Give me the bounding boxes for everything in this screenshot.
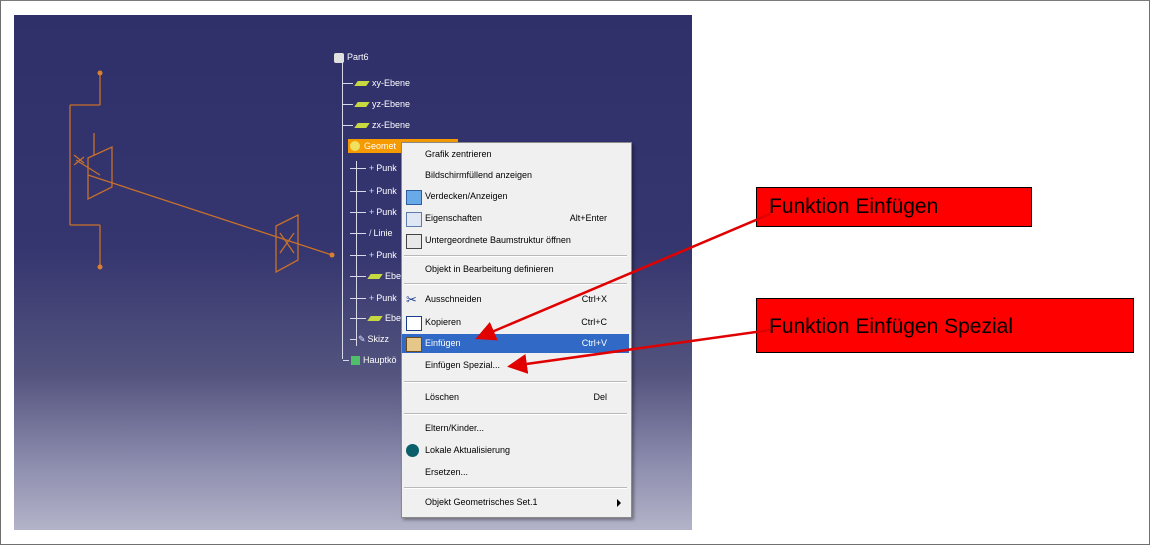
tree-child-item[interactable]: Eben	[350, 313, 406, 323]
tree-item-yz-plane[interactable]: yz-Ebene	[343, 99, 410, 109]
tree-child-item[interactable]: + Punk	[350, 250, 397, 260]
menu-separator	[404, 487, 627, 489]
submenu-arrow-icon	[617, 499, 621, 507]
properties-icon	[406, 212, 422, 227]
tree-child-item[interactable]: / Linie	[350, 228, 393, 238]
point-icon: +	[369, 207, 375, 217]
tree-item-zx-plane[interactable]: zx-Ebene	[343, 120, 410, 130]
sketch-icon: ✎	[358, 334, 366, 344]
callout-paste-special: Funktion Einfügen Spezial	[756, 298, 1134, 353]
context-menu: Grafik zentrieren Bildschirmfüllend anze…	[401, 142, 632, 518]
callout-paste: Funktion Einfügen	[756, 187, 1032, 227]
menu-separator	[404, 283, 627, 285]
menu-item-center-graph[interactable]: Grafik zentrieren	[402, 145, 629, 164]
menu-separator	[404, 255, 627, 257]
body-icon	[351, 356, 360, 366]
plane-icon	[367, 274, 383, 279]
menu-item-copy[interactable]: Kopieren Ctrl+C	[402, 313, 629, 332]
tree-child-item[interactable]: ✎ Skizz	[350, 334, 389, 345]
tree-child-item[interactable]: + Punk	[350, 186, 397, 196]
tree-item-xy-plane[interactable]: xy-Ebene	[343, 78, 410, 88]
menu-item-local-update[interactable]: Lokale Aktualisierung	[402, 441, 629, 460]
menu-item-replace[interactable]: Ersetzen...	[402, 463, 629, 482]
hide-show-icon	[406, 190, 422, 205]
menu-item-open-subtree[interactable]: Untergeordnete Baumstruktur öffnen	[402, 231, 629, 250]
menu-separator	[404, 381, 627, 383]
point-icon: +	[369, 186, 375, 196]
tree-child-item[interactable]: + Punk	[350, 163, 397, 173]
copy-icon	[406, 316, 422, 331]
catia-3d-viewport[interactable]: Part6 xy-Ebene yz-Ebene zx-Ebene Geomet …	[14, 15, 692, 530]
menu-separator	[404, 413, 627, 415]
menu-item-cut[interactable]: ✂ Ausschneiden Ctrl+X	[402, 290, 629, 309]
plane-icon	[354, 81, 370, 86]
menu-item-reframe-on[interactable]: Bildschirmfüllend anzeigen	[402, 166, 629, 185]
tree-root-node[interactable]: Part6	[334, 52, 369, 63]
plane-icon	[367, 316, 383, 321]
menu-item-define-in-work-object[interactable]: Objekt in Bearbeitung definieren	[402, 260, 629, 279]
menu-item-properties[interactable]: Eigenschaften Alt+Enter	[402, 209, 629, 228]
menu-item-delete[interactable]: Löschen Del	[402, 388, 629, 407]
menu-item-paste[interactable]: Einfügen Ctrl+V	[402, 334, 629, 353]
line-icon: /	[369, 228, 372, 238]
tree-icon	[406, 234, 422, 249]
local-update-icon	[406, 444, 419, 457]
geometric-set-icon	[350, 141, 360, 151]
scissors-icon: ✂	[406, 292, 417, 307]
menu-item-object-submenu[interactable]: Objekt Geometrisches Set.1	[402, 493, 629, 512]
tree-item-main-body[interactable]: Hauptkö	[343, 355, 397, 366]
menu-item-parents-children[interactable]: Eltern/Kinder...	[402, 419, 629, 438]
point-icon: +	[369, 293, 375, 303]
menu-item-paste-special[interactable]: Einfügen Spezial...	[402, 356, 629, 375]
plane-icon	[354, 123, 370, 128]
part-icon	[334, 52, 344, 63]
point-icon: +	[369, 250, 375, 260]
paste-icon	[406, 337, 422, 352]
point-icon: +	[369, 163, 375, 173]
tree-child-item[interactable]: + Punk	[350, 207, 397, 217]
tree-child-item[interactable]: Eben	[350, 271, 406, 281]
tree-child-item[interactable]: + Punk	[350, 293, 397, 303]
plane-icon	[354, 102, 370, 107]
menu-item-hide-show[interactable]: Verdecken/Anzeigen	[402, 187, 629, 206]
